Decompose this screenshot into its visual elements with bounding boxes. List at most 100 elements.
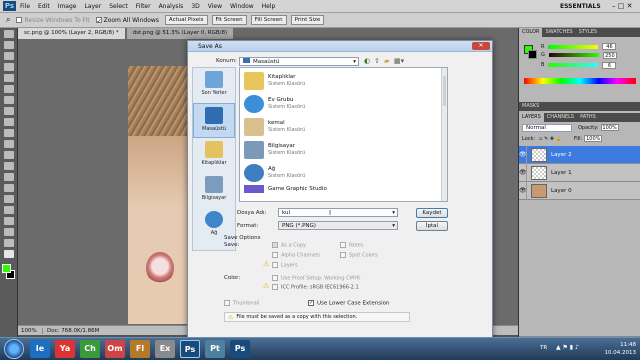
as-copy-checkbox[interactable] xyxy=(272,242,278,248)
menu-select[interactable]: Select xyxy=(109,3,128,10)
place-recent[interactable]: Son Yerler xyxy=(193,68,235,103)
path-select-icon[interactable] xyxy=(3,206,14,214)
menu-layer[interactable]: Layer xyxy=(84,3,101,10)
notes-checkbox[interactable] xyxy=(340,242,346,248)
blend-mode-select[interactable]: Normal xyxy=(522,123,572,132)
layers-checkbox[interactable] xyxy=(272,262,278,268)
eyedropper-icon[interactable] xyxy=(3,85,14,93)
tab-styles[interactable]: STYLES xyxy=(576,28,600,37)
tab-color[interactable]: COLOR xyxy=(519,28,543,37)
proof-setup-checkbox[interactable] xyxy=(272,275,278,281)
taskbar-app-photoshop-active[interactable]: Ps xyxy=(180,340,200,358)
new-folder-icon[interactable]: ▰ xyxy=(384,57,389,65)
menu-window[interactable]: Window xyxy=(230,3,254,10)
type-tool-icon[interactable] xyxy=(3,195,14,203)
thumbnail-checkbox[interactable] xyxy=(224,300,230,306)
marquee-tool-icon[interactable] xyxy=(3,41,14,49)
taskbar-app-yandex[interactable]: Ya xyxy=(55,340,75,358)
color-bg-swatch[interactable] xyxy=(528,50,537,59)
stamp-tool-icon[interactable] xyxy=(3,118,14,126)
menu-edit[interactable]: Edit xyxy=(38,3,50,10)
list-item[interactable]: Kitaplıklar Sistem Klasörü xyxy=(244,70,447,91)
tray-icons[interactable]: ▲ ⚑ ▮ ♪ xyxy=(556,344,579,351)
lock-icons[interactable]: ▫ ✎ ✥ 🔒 xyxy=(539,136,562,142)
start-button[interactable] xyxy=(4,339,24,359)
blue-slider[interactable] xyxy=(548,63,599,67)
taskbar-app-chrome[interactable]: Ch xyxy=(80,340,100,358)
file-list-scrollbar[interactable] xyxy=(441,68,447,201)
workspace-switcher[interactable]: ESSENTIALS xyxy=(560,3,601,10)
green-slider[interactable] xyxy=(548,53,599,57)
tab-channels[interactable]: CHANNELS xyxy=(544,113,577,122)
tab-layers[interactable]: LAYERS xyxy=(519,113,544,122)
tab-sc-png[interactable]: sc.png @ 100% (Layer 2, RGB/8) * xyxy=(18,28,125,39)
scrollbar-thumb[interactable] xyxy=(443,76,446,106)
alpha-channels-checkbox[interactable] xyxy=(272,252,278,258)
cancel-button[interactable]: İptal xyxy=(416,221,448,231)
list-item[interactable]: Bilgisayar Sistem Klasörü xyxy=(244,139,447,160)
masks-panel-header[interactable]: MASKS xyxy=(519,102,640,111)
tab-paths[interactable]: PATHS xyxy=(577,113,599,122)
location-combo[interactable]: Masaüstü ▾ xyxy=(239,57,359,66)
layer-row-layer-2[interactable]: 👁 Layer 2 xyxy=(519,145,640,164)
color-spectrum-bar[interactable] xyxy=(524,78,636,84)
menu-filter[interactable]: Filter xyxy=(136,3,151,10)
green-value[interactable]: 250 xyxy=(602,51,617,59)
red-slider[interactable] xyxy=(548,44,599,49)
menu-file[interactable]: File xyxy=(20,3,30,10)
close-button[interactable]: ✕ xyxy=(472,42,490,50)
clock[interactable]: 11:48 10.04.2013 xyxy=(605,341,637,357)
eye-icon[interactable]: 👁 xyxy=(519,163,527,182)
place-libraries[interactable]: Kitaplıklar xyxy=(193,138,235,173)
view-menu-icon[interactable]: ▦▾ xyxy=(394,57,404,65)
menu-3d[interactable]: 3D xyxy=(191,3,199,10)
file-list[interactable]: Kitaplıklar Sistem Klasörü Ev Grubu Sistem… xyxy=(239,67,448,202)
blue-value[interactable]: 6 xyxy=(602,61,617,69)
layer-row-layer-0[interactable]: 👁 Layer 0 xyxy=(519,181,640,200)
menu-help[interactable]: Help xyxy=(262,3,276,10)
place-computer[interactable]: Bilgisayar xyxy=(193,173,235,208)
taskbar-app-ie[interactable]: Ie xyxy=(30,340,50,358)
gradient-icon[interactable] xyxy=(3,151,14,159)
list-item[interactable]: kemal Sistem Klasörü xyxy=(244,116,447,137)
opacity-value[interactable]: 100% xyxy=(600,124,619,131)
spot-colors-checkbox[interactable] xyxy=(340,252,346,258)
move-tool-icon[interactable] xyxy=(3,30,14,38)
eye-icon[interactable]: 👁 xyxy=(519,145,527,164)
brush-tool-icon[interactable] xyxy=(3,107,14,115)
shape-tool-icon[interactable] xyxy=(3,217,14,225)
zoom-tool-icon[interactable] xyxy=(3,250,14,258)
taskbar-app-photoshop[interactable]: Ps xyxy=(230,340,250,358)
magic-wand-icon[interactable] xyxy=(3,63,14,71)
history-brush-icon[interactable] xyxy=(3,129,14,137)
red-value[interactable]: 46 xyxy=(602,43,617,50)
menu-analysis[interactable]: Analysis xyxy=(159,3,184,10)
eraser-icon[interactable] xyxy=(3,140,14,148)
eye-icon[interactable]: 👁 xyxy=(519,181,527,200)
resize-windows-checkbox[interactable] xyxy=(16,17,23,23)
back-icon[interactable]: ◐ xyxy=(364,57,370,65)
taskbar-app-opera[interactable]: Om xyxy=(105,340,125,358)
crop-tool-icon[interactable] xyxy=(3,74,14,82)
print-size-button[interactable]: Print Size xyxy=(290,15,325,25)
menu-view[interactable]: View xyxy=(208,3,222,10)
fill-value[interactable]: 100% xyxy=(584,135,603,142)
tab-swatches[interactable]: SWATCHES xyxy=(542,28,575,37)
menu-image[interactable]: Image xyxy=(58,3,77,10)
actual-pixels-button[interactable]: Actual Pixels xyxy=(164,15,208,25)
pen-tool-icon[interactable] xyxy=(3,184,14,192)
hand-tool-icon[interactable] xyxy=(3,239,14,247)
place-desktop[interactable]: Masaüstü xyxy=(193,103,235,138)
up-folder-icon[interactable]: ⇧ xyxy=(374,57,380,65)
taskbar-app-explorer[interactable]: Ex xyxy=(155,340,175,358)
taskbar-app-paint[interactable]: Pt xyxy=(205,340,225,358)
language-indicator[interactable]: TR xyxy=(540,345,547,351)
fit-screen-button[interactable]: Fit Screen xyxy=(211,15,247,25)
list-item[interactable]: Ev Grubu Sistem Klasörü xyxy=(244,93,447,114)
list-item[interactable]: Ağ Sistem Klasörü xyxy=(244,162,447,183)
taskbar-app-folder[interactable]: Fl xyxy=(130,340,150,358)
foreground-color-swatch[interactable] xyxy=(2,264,11,273)
icc-profile-checkbox[interactable] xyxy=(272,284,278,290)
window-controls[interactable]: – □ ✕ xyxy=(612,2,632,10)
healing-brush-icon[interactable] xyxy=(3,96,14,104)
